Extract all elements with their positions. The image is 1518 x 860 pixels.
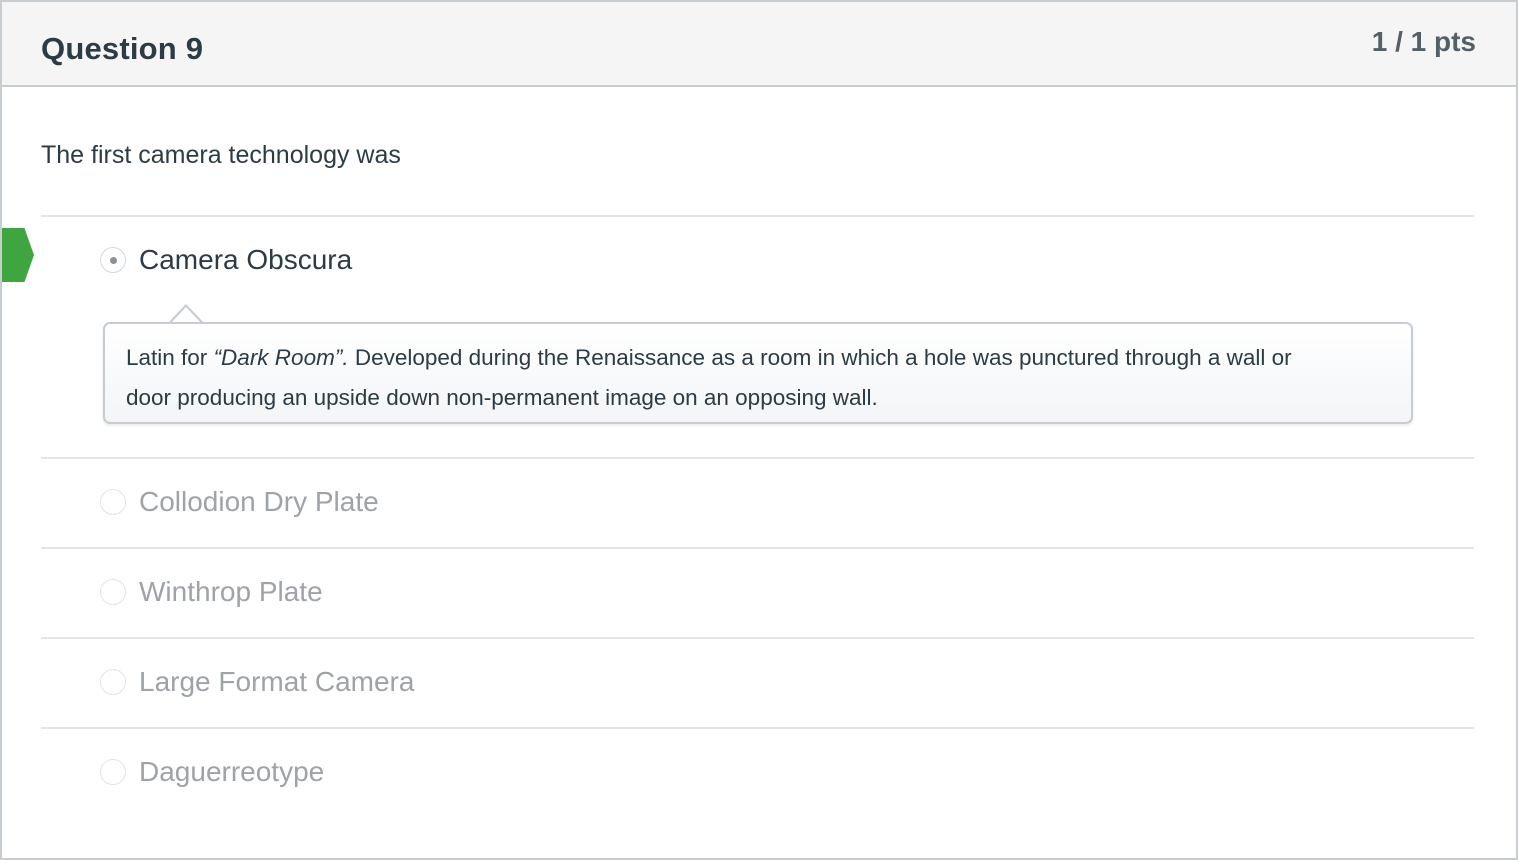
divider xyxy=(41,547,1474,549)
correct-answer-arrow-icon xyxy=(2,228,34,282)
answer-label: Camera Obscura xyxy=(139,244,353,275)
divider xyxy=(41,637,1474,639)
answer-label: Daguerreotype xyxy=(139,756,325,787)
answer-option-large-format-camera[interactable]: Large Format Camera xyxy=(100,662,414,702)
comment-prefix: Latin for xyxy=(126,345,214,370)
answer-option-daguerreotype[interactable]: Daguerreotype xyxy=(100,752,324,792)
divider xyxy=(41,215,1474,217)
question-header: Question 9 1 / 1 pts xyxy=(2,2,1516,87)
question-title: Question 9 xyxy=(41,31,204,66)
answer-option-collodion-dry-plate[interactable]: Collodion Dry Plate xyxy=(100,482,379,522)
answer-label: Collodion Dry Plate xyxy=(139,486,379,517)
radio-selected-icon[interactable] xyxy=(100,247,126,273)
radio-icon[interactable] xyxy=(100,759,126,785)
radio-icon[interactable] xyxy=(100,669,126,695)
radio-icon[interactable] xyxy=(100,489,126,515)
question-points: 1 / 1 pts xyxy=(1371,26,1476,57)
answer-option-winthrop-plate[interactable]: Winthrop Plate xyxy=(100,572,323,612)
answer-label: Winthrop Plate xyxy=(139,576,323,607)
answer-comment: Latin for “Dark Room”. Developed during … xyxy=(103,322,1413,424)
comment-italic: “Dark Room”. xyxy=(213,345,349,370)
comment-line1: Developed during the Renaissance as a ro… xyxy=(348,345,1292,370)
answer-option-camera-obscura[interactable]: Camera Obscura xyxy=(100,240,352,280)
radio-icon[interactable] xyxy=(100,579,126,605)
comment-line2: door producing an upside down non-perman… xyxy=(126,385,878,410)
question-text: The first camera technology was xyxy=(41,141,401,169)
divider xyxy=(41,727,1474,729)
quiz-question-card: Question 9 1 / 1 pts The first camera te… xyxy=(0,0,1518,860)
divider xyxy=(41,457,1474,459)
answer-label: Large Format Camera xyxy=(139,666,415,697)
